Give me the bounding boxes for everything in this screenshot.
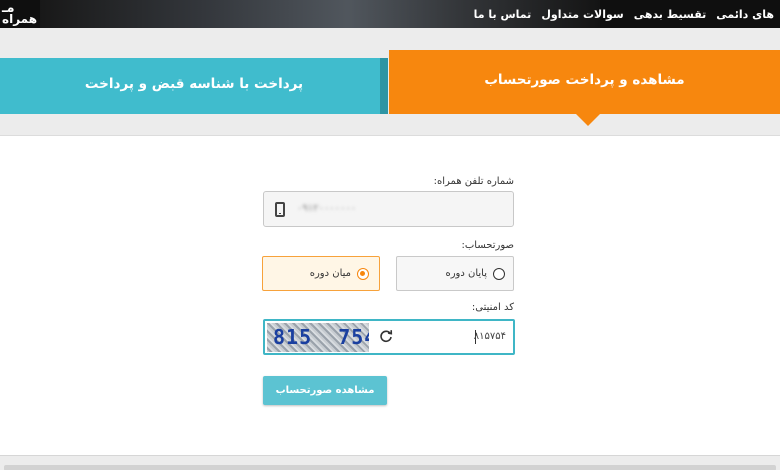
tab-invoice-label: مشاهده و پرداخت صورتحساب (484, 72, 685, 88)
logo-line-2: همراه (2, 12, 38, 26)
form-card (0, 135, 780, 455)
tab-bill-label: پرداخت با شناسه قبض و پرداخت (84, 76, 304, 92)
invoice-type-label: صورتحساب: (461, 240, 514, 251)
mobile-phone-icon (275, 202, 285, 217)
top-navbar: مـ همراه های دائمی تقسیط بدهی سوالات متد… (0, 0, 780, 28)
captcha-image-text: 815 754 (273, 325, 369, 349)
tab-invoice[interactable]: مشاهده و پرداخت صورتحساب (389, 50, 780, 126)
brand-logo[interactable]: مـ همراه (2, 2, 38, 26)
captcha-input-value: ۸۱۵۷۵۴ (473, 331, 506, 342)
option-mid-period[interactable]: میان دوره (262, 256, 380, 291)
option-end-period[interactable]: پایان دوره (396, 256, 514, 291)
phone-label: شماره تلفن همراه: (433, 176, 514, 187)
radio-unselected-icon (493, 268, 505, 280)
phone-field[interactable]: ۰۹۱۲۰۰۰۰۰۰۰ (263, 191, 514, 227)
radio-selected-icon (357, 268, 369, 280)
captcha-label: کد امنیتی: (471, 302, 514, 313)
nav-item-contact[interactable]: تماس با ما (474, 8, 532, 21)
view-invoice-button[interactable]: مشاهده صورتحساب (263, 376, 387, 405)
option-end-label: پایان دوره (445, 268, 487, 279)
nav-item-faq[interactable]: سوالات متداول (541, 8, 623, 21)
nav-item-permanent[interactable]: های دائمی (716, 8, 774, 21)
nav-item-debt-installment[interactable]: تقسیط بدهی (634, 8, 707, 21)
refresh-icon[interactable] (379, 329, 393, 343)
option-mid-label: میان دوره (309, 268, 351, 279)
phone-value: ۰۹۱۲۰۰۰۰۰۰۰ (297, 203, 357, 214)
active-tab-pointer (576, 114, 600, 126)
horizontal-scrollbar[interactable] (4, 465, 776, 470)
payment-tabs: پرداخت با شناسه قبض و پرداخت مشاهده و پر… (0, 50, 780, 126)
main-nav: های دائمی تقسیط بدهی سوالات متداول تماس … (474, 0, 774, 28)
tab-bill-payment[interactable]: پرداخت با شناسه قبض و پرداخت (0, 58, 388, 114)
page-footer (0, 455, 780, 470)
captcha-field[interactable]: 815 754 ۸۱۵۷۵۴ (263, 319, 515, 355)
captcha-image: 815 754 (267, 323, 369, 352)
